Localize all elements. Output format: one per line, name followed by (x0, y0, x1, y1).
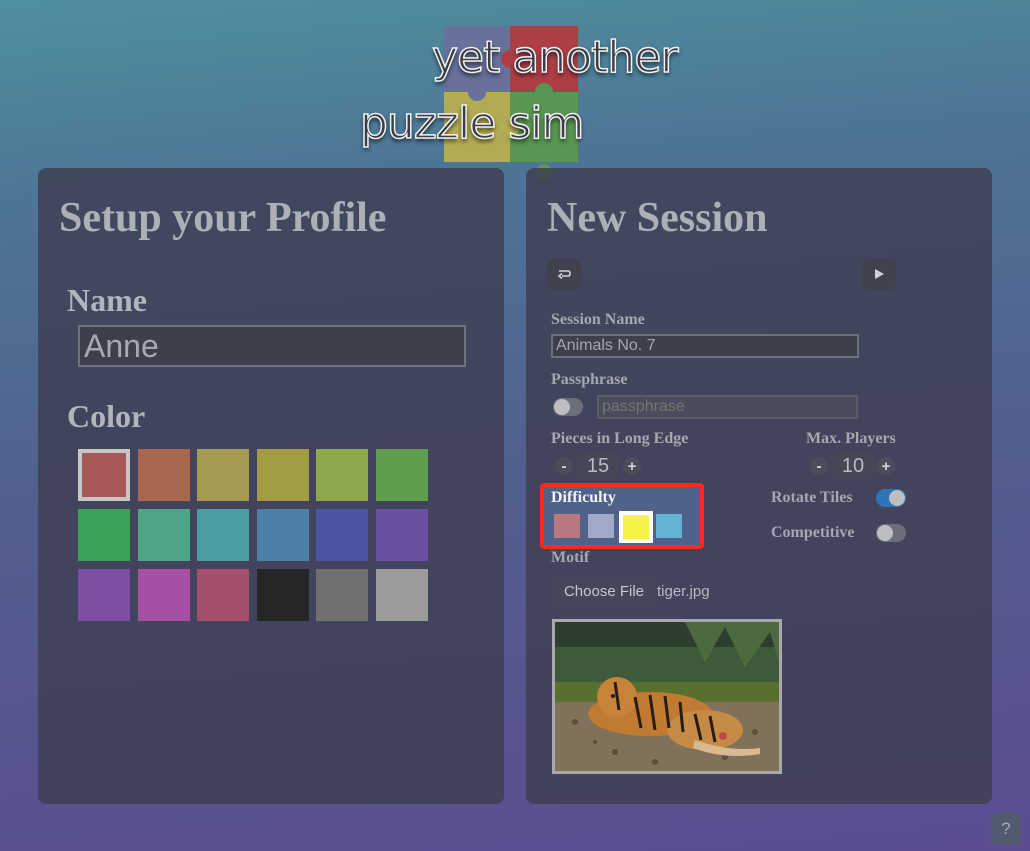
pieces-decrement-button[interactable]: - (555, 457, 573, 475)
max-players-label: Max. Players (806, 430, 896, 447)
difficulty-swatch[interactable] (656, 514, 682, 538)
color-swatch[interactable] (316, 569, 369, 621)
difficulty-swatch[interactable] (554, 514, 580, 538)
app-logo: yet another puzzle sim (359, 24, 700, 184)
color-swatch[interactable] (316, 509, 369, 561)
color-swatch[interactable] (256, 509, 309, 561)
motif-label: Motif (551, 549, 590, 566)
color-swatch[interactable] (137, 569, 190, 621)
file-name: tiger.jpg (657, 583, 710, 600)
difficulty-swatch[interactable] (588, 514, 614, 538)
color-swatch[interactable] (197, 569, 250, 621)
difficulty-label: Difficulty (551, 489, 616, 506)
players-increment-button[interactable]: + (877, 457, 895, 475)
color-swatch[interactable] (376, 569, 428, 621)
color-swatch[interactable] (137, 509, 190, 561)
players-decrement-button[interactable]: - (810, 457, 828, 475)
competitive-label: Competitive (771, 524, 855, 541)
choose-file-button[interactable]: Choose File (553, 574, 655, 608)
color-swatch[interactable] (316, 449, 369, 501)
color-swatch[interactable] (256, 569, 309, 621)
color-swatch[interactable] (78, 449, 130, 501)
color-swatch[interactable] (376, 509, 428, 561)
session-title: New Session (547, 195, 768, 241)
play-icon (875, 269, 884, 279)
name-label: Name (67, 282, 147, 318)
color-swatch[interactable] (376, 449, 428, 501)
pieces-label: Pieces in Long Edge (551, 430, 689, 447)
passphrase-toggle[interactable] (553, 398, 583, 416)
profile-title: Setup your Profile (59, 195, 387, 241)
session-name-label: Session Name (551, 311, 645, 328)
play-button[interactable] (862, 258, 896, 290)
motif-preview-image (552, 619, 782, 774)
color-swatch[interactable] (256, 449, 309, 501)
competitive-toggle[interactable] (876, 524, 906, 542)
pieces-value[interactable]: 15 (576, 453, 620, 479)
passphrase-label: Passphrase (551, 371, 628, 388)
color-swatch[interactable] (137, 449, 190, 501)
name-input[interactable] (78, 325, 466, 367)
color-swatch[interactable] (78, 509, 130, 561)
color-swatch[interactable] (197, 449, 250, 501)
max-players-value[interactable]: 10 (831, 453, 875, 479)
pieces-increment-button[interactable]: + (623, 457, 641, 475)
back-button[interactable] (547, 258, 581, 290)
rotate-tiles-toggle[interactable] (876, 489, 906, 507)
rotate-tiles-label: Rotate Tiles (771, 489, 853, 506)
difficulty-swatch[interactable] (619, 511, 653, 543)
passphrase-input[interactable] (597, 395, 858, 419)
help-button[interactable]: ? (991, 813, 1021, 845)
profile-panel: Setup your Profile Name Color (38, 168, 504, 804)
color-swatch[interactable] (78, 569, 130, 621)
color-swatch[interactable] (197, 509, 250, 561)
logo-line-2: puzzle sim (359, 97, 585, 150)
color-label: Color (67, 398, 146, 434)
logo-line-1: yet another (431, 31, 679, 84)
session-name-input[interactable] (551, 334, 859, 358)
return-arrow-icon (557, 270, 571, 280)
